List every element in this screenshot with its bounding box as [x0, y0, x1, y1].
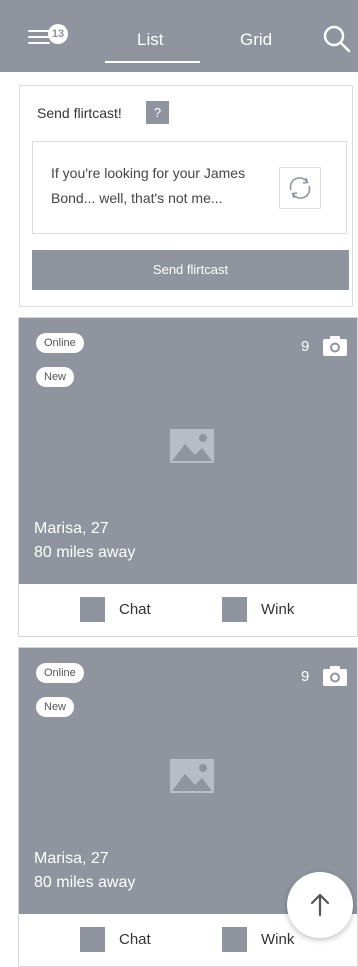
help-button[interactable]: ? [146, 101, 169, 124]
active-tab-indicator [105, 61, 200, 63]
flirtcast-message-box: If you're looking for your James Bond...… [32, 141, 347, 234]
flirtcast-panel: Send flirtcast! ? If you're looking for … [19, 85, 353, 307]
search-icon[interactable] [322, 24, 352, 54]
tab-grid[interactable]: Grid [240, 30, 272, 50]
menu-notification-badge: 13 [48, 24, 68, 44]
photo-count: 9 [301, 668, 310, 685]
image-placeholder-icon [170, 759, 214, 793]
new-badge: New [36, 697, 75, 717]
camera-icon [323, 336, 347, 356]
wink-icon [222, 927, 247, 952]
profile-distance: 80 miles away [34, 544, 136, 561]
wink-label: Wink [261, 601, 295, 618]
send-flirtcast-button[interactable]: Send flirtcast [32, 250, 349, 290]
flirtcast-message: If you're looking for your James Bond...… [51, 165, 246, 206]
card-actions: Chat Wink [19, 584, 357, 636]
new-badge: New [36, 367, 75, 387]
online-badge: Online [36, 333, 84, 353]
refresh-message-button[interactable] [279, 167, 321, 209]
wink-icon [222, 597, 247, 622]
profile-card: Online New 9 Marisa, 27 80 miles away Ch… [18, 317, 358, 637]
arrow-up-icon [310, 893, 330, 917]
refresh-icon [289, 177, 311, 199]
tab-list[interactable]: List [137, 30, 163, 50]
profile-distance: 80 miles away [34, 874, 136, 891]
profile-name-age: Marisa, 27 [34, 520, 109, 537]
top-bar: 13 List Grid [0, 0, 358, 72]
menu-button[interactable]: 13 [22, 22, 68, 56]
scroll-to-top-button[interactable] [287, 872, 353, 938]
flirtcast-title: Send flirtcast! [37, 105, 122, 121]
hamburger-menu-icon [28, 30, 50, 32]
photo-count: 9 [301, 338, 310, 355]
chat-label: Chat [119, 601, 151, 618]
profile-photo[interactable]: Online New 9 Marisa, 27 80 miles away [19, 318, 357, 584]
chat-label: Chat [119, 931, 151, 948]
online-badge: Online [36, 663, 84, 683]
chat-icon [80, 597, 105, 622]
image-placeholder-icon [170, 429, 214, 463]
profile-name-age: Marisa, 27 [34, 850, 109, 867]
chat-icon [80, 927, 105, 952]
camera-icon [323, 666, 347, 686]
